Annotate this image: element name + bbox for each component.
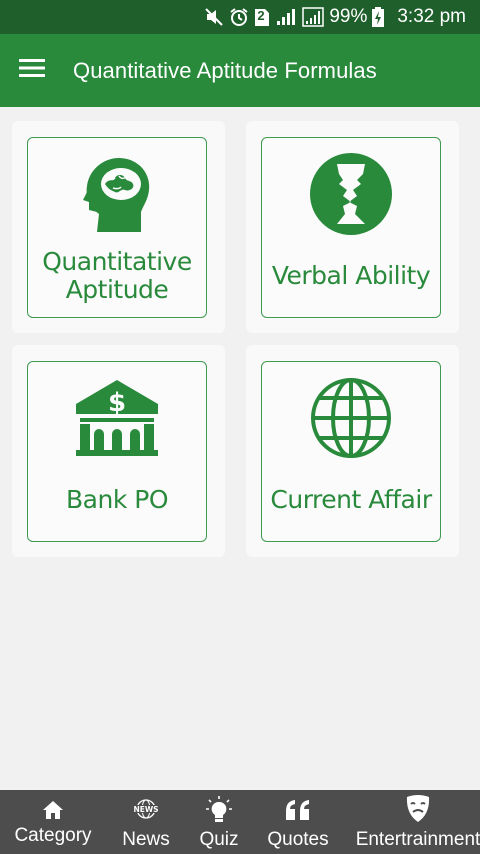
news-icon: NEWS: [131, 799, 161, 824]
bank-dollar-icon: $: [74, 378, 160, 463]
nav-item-category[interactable]: Category: [8, 790, 98, 854]
bottom-nav: Category NEWS News Quiz Quotes Entertrai…: [0, 790, 480, 854]
news-icon-text: NEWS: [133, 805, 158, 814]
nav-item-quiz[interactable]: Quiz: [190, 790, 248, 854]
tile-current-affair[interactable]: Current Affair: [261, 361, 441, 542]
face-profile-vase-icon: [309, 152, 393, 241]
clock: 3:32 pm: [397, 6, 466, 27]
tile-label: Verbal Ability: [271, 261, 431, 290]
nav-item-news[interactable]: NEWS News: [108, 790, 184, 854]
globe-icon: [309, 376, 393, 465]
tile-bank-po[interactable]: $ Bank PO: [27, 361, 207, 542]
signal-icon: [275, 7, 297, 27]
nav-label: Quotes: [267, 829, 329, 850]
nav-label: Category: [14, 825, 92, 846]
quote-icon: [284, 799, 312, 826]
battery-percent: 99%: [329, 6, 368, 27]
nav-item-quotes[interactable]: Quotes: [258, 790, 338, 854]
page-title: Quantitative Aptitude Formulas: [73, 57, 377, 83]
svg-text:$: $: [108, 388, 126, 418]
tile-label: Current Affair: [270, 485, 432, 514]
hamburger-menu-icon: [19, 58, 45, 83]
tile-label: Bank PO: [66, 485, 169, 514]
theater-mask-icon: [404, 794, 432, 829]
battery-charging-icon: [372, 7, 385, 27]
tile-verbal-ability[interactable]: Verbal Ability: [261, 137, 441, 318]
signal-icon: [302, 7, 325, 27]
nav-label: Entertrainment: [355, 829, 480, 850]
mute-icon: [204, 7, 224, 27]
tile-card-current-affair: Current Affair: [246, 345, 459, 557]
menu-button[interactable]: [0, 34, 64, 107]
home-icon: [42, 800, 64, 825]
head-brain-icon: [81, 156, 153, 239]
tile-label: Aptitude: [65, 275, 169, 304]
alarm-icon: [229, 7, 249, 27]
tile-card-verbal-ability: Verbal Ability: [246, 121, 459, 333]
tile-quantitative-aptitude[interactable]: Quantitative Aptitude: [27, 137, 207, 318]
app-bar: Quantitative Aptitude Formulas: [0, 34, 480, 107]
sim-2-icon: 2: [254, 7, 270, 27]
tile-card-bank-po: $ Bank PO: [12, 345, 225, 557]
sim-badge: 2: [257, 8, 265, 23]
nav-item-entertrainment[interactable]: Entertrainment: [352, 790, 480, 854]
nav-label: Quiz: [199, 829, 239, 850]
tile-label: Quantitative: [42, 247, 192, 276]
nav-label: News: [122, 829, 170, 850]
lightbulb-icon: [206, 796, 232, 829]
tile-card-quantitative-aptitude: Quantitative Aptitude: [12, 121, 225, 333]
status-bar: 2 99% 3:32 pm: [0, 0, 480, 34]
